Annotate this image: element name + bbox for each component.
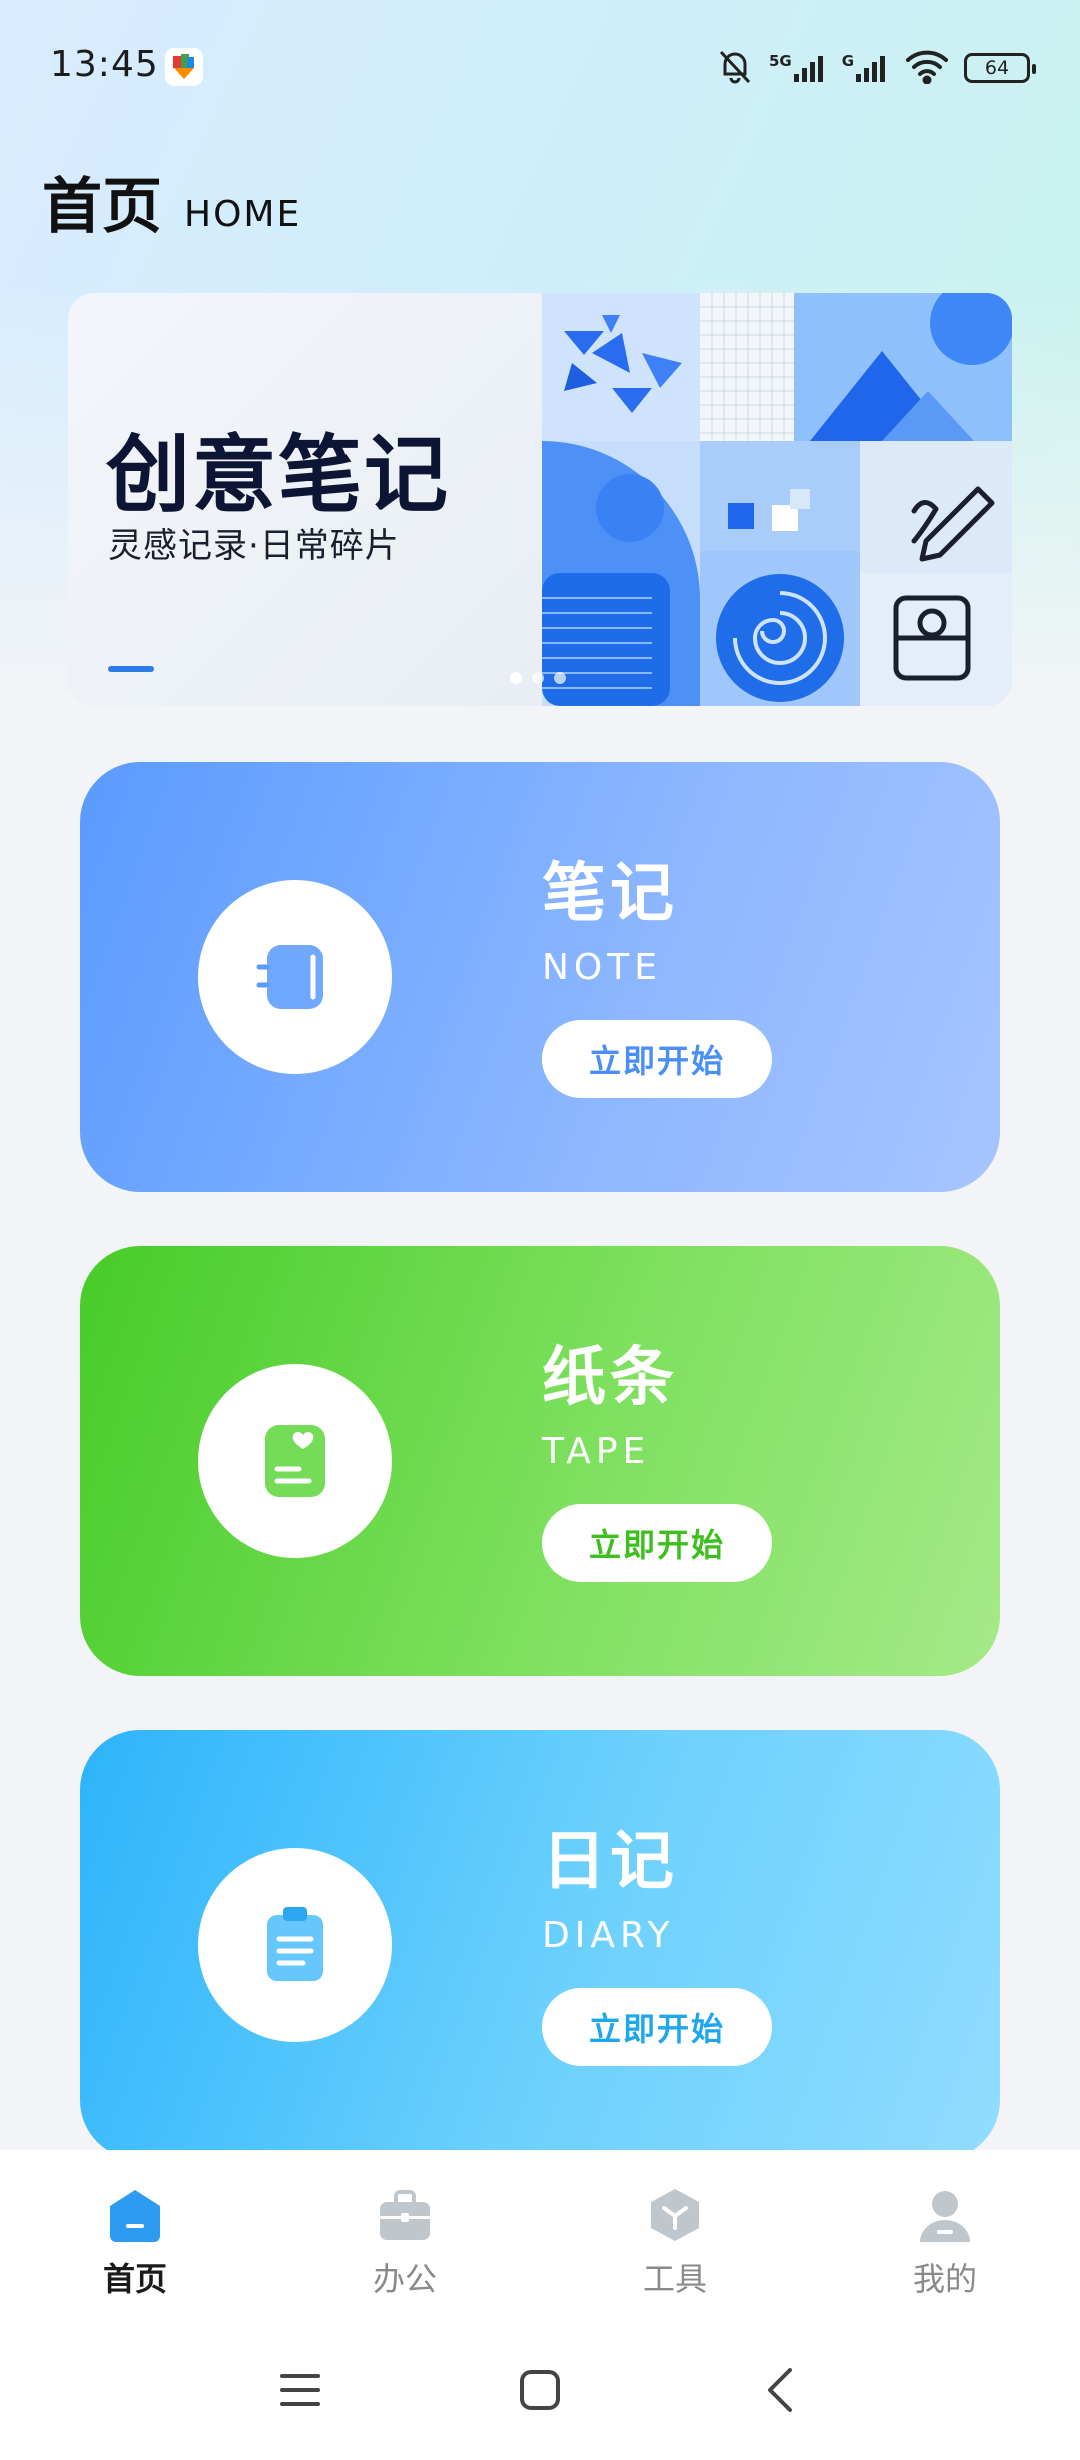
nav-item-profile[interactable]: 我的 [845,2186,1045,2300]
tape-icon [265,1425,325,1497]
note-card[interactable]: 笔记 NOTE 立即开始 [80,762,1000,1192]
mute-bell-icon [715,46,755,90]
banner-dot-3[interactable] [554,672,566,684]
diary-card[interactable]: 日记 DIARY 立即开始 [80,1730,1000,2160]
nav-label-tools: 工具 [642,2260,707,2298]
back-arrow-icon [768,2368,792,2412]
battery-icon: 64 [964,53,1036,83]
network-g-label: G [841,52,854,70]
nav-item-office[interactable]: 办公 [305,2186,505,2300]
system-back-button[interactable] [740,2350,820,2430]
note-icon [256,945,323,1009]
signal-5g-icon: 5G [769,52,828,84]
nav-label-home: 首页 [102,2260,167,2298]
profile-icon [916,2186,974,2244]
nav-item-tools[interactable]: 工具 [575,2186,775,2300]
wifi-icon [904,48,950,88]
bottom-nav: 首页 办公 工具 我的 [0,2150,1080,2320]
promo-banner[interactable]: 创意笔记 灵感记录·日常碎片 [68,293,1012,706]
banner-accent-bar [108,666,154,672]
banner-subtitle: 灵感记录·日常碎片 [108,526,400,566]
nav-item-home[interactable]: 首页 [35,2186,235,2300]
nav-label-office: 办公 [372,2260,437,2298]
toolbox-icon [646,2186,704,2244]
diary-card-title: 日记 [542,1825,678,1899]
banner-dot-1[interactable] [510,672,522,684]
network-5g-label: 5G [768,52,792,70]
menu-icon [280,2374,320,2406]
diary-icon [267,1907,323,1981]
system-menu-button[interactable] [260,2350,340,2430]
tape-icon-circle [198,1364,392,1558]
banner-pagination[interactable] [510,672,566,684]
note-card-title: 笔记 [542,857,678,931]
system-nav-bar [0,2320,1080,2460]
diary-icon-circle [198,1848,392,2042]
system-home-button[interactable] [500,2350,580,2430]
app-notification-icon [165,48,203,86]
tape-start-button[interactable]: 立即开始 [542,1504,772,1582]
page-title: 首页 [42,172,162,242]
banner-text-panel: 创意笔记 灵感记录·日常碎片 [68,293,542,706]
note-card-subtitle: NOTE [542,947,663,988]
tape-card[interactable]: 纸条 TAPE 立即开始 [80,1246,1000,1676]
tape-card-subtitle: TAPE [542,1431,651,1472]
page-subtitle: HOME [184,194,302,235]
note-start-button[interactable]: 立即开始 [542,1020,772,1098]
tape-card-title: 纸条 [542,1341,678,1415]
status-time: 13:45 [50,44,159,85]
signal-g-icon: G [842,52,890,84]
banner-illustration [542,293,1012,706]
briefcase-icon [376,2186,434,2244]
note-icon-circle [198,880,392,1074]
nav-label-profile: 我的 [912,2260,977,2298]
home-icon [106,2186,164,2244]
battery-level: 64 [984,57,1010,79]
banner-dot-2[interactable] [532,672,544,684]
status-indicators: 5G G 64 [715,44,1036,92]
status-bar: 13:45 5G G 64 [0,0,1080,134]
banner-title: 创意笔记 [106,426,451,524]
square-home-icon [520,2370,560,2410]
diary-start-button[interactable]: 立即开始 [542,1988,772,2066]
diary-card-subtitle: DIARY [542,1915,675,1956]
